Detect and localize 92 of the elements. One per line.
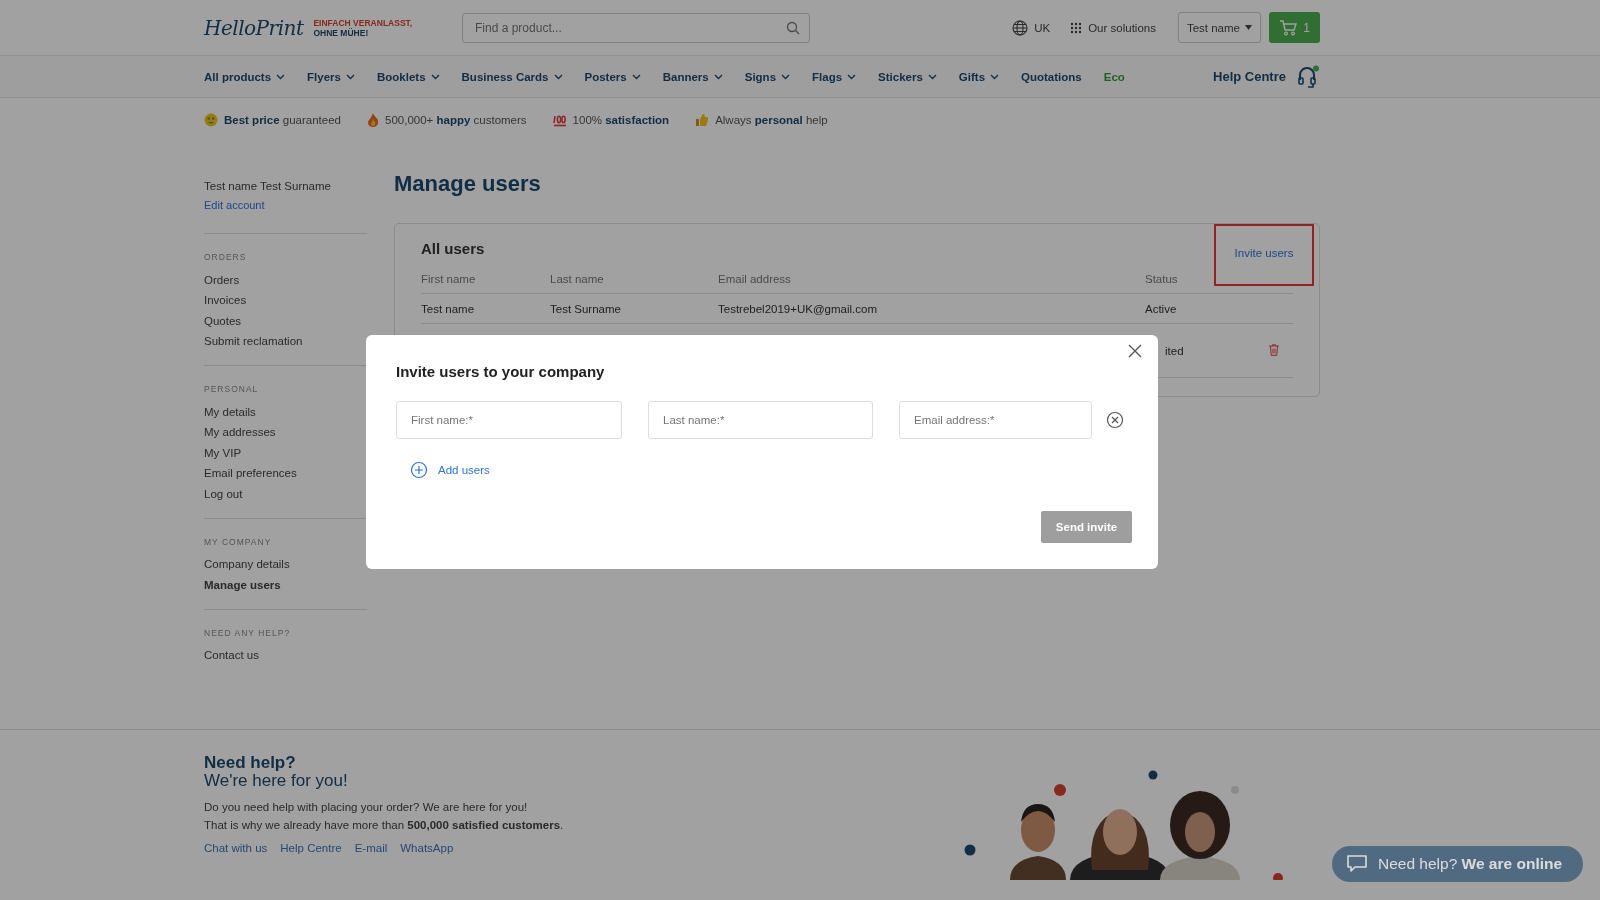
footer-title: Need help? bbox=[204, 754, 297, 772]
benefit-text: 500,000+ happy customers bbox=[385, 114, 527, 126]
chevron-icon bbox=[713, 73, 723, 80]
hundred-points-icon bbox=[552, 113, 567, 127]
smiley-icon bbox=[204, 113, 218, 127]
chevron-icon bbox=[631, 73, 641, 80]
thumbs-up-icon bbox=[695, 113, 710, 127]
nav-item[interactable]: All products bbox=[204, 70, 286, 83]
sidebar-item[interactable]: My VIP bbox=[204, 446, 367, 459]
column-header: First name bbox=[421, 272, 477, 285]
nav-item[interactable]: Flyers bbox=[307, 70, 355, 83]
solutions-menu[interactable]: Our solutions bbox=[1070, 21, 1156, 34]
table-cell: Active bbox=[1145, 302, 1177, 315]
nav-item[interactable]: Stickers bbox=[878, 70, 937, 83]
nav-item[interactable]: Gifts bbox=[958, 70, 1000, 83]
invite-users-link[interactable]: Invite users bbox=[1214, 224, 1314, 286]
footer-link[interactable]: Help Centre bbox=[280, 842, 342, 854]
account-button[interactable]: Test name bbox=[1177, 12, 1261, 43]
region-selector[interactable]: UK bbox=[1012, 19, 1051, 36]
section-heading: PERSONAL bbox=[204, 384, 260, 394]
nav-item[interactable]: Business Cards bbox=[461, 70, 563, 83]
sidebar-item[interactable]: Email preferences bbox=[204, 467, 367, 479]
footer-link[interactable]: WhatsApp bbox=[400, 842, 454, 854]
footer-link[interactable]: E-mail bbox=[354, 842, 388, 854]
section-heading: ORDERS bbox=[204, 252, 248, 262]
benefit-text: 100% satisfaction bbox=[572, 114, 670, 126]
add-users-link[interactable]: Add users bbox=[410, 461, 1128, 479]
tagline: EINFACH VERANLASST, bbox=[313, 17, 413, 28]
grid-icon bbox=[1070, 21, 1083, 34]
chevron-icon bbox=[847, 73, 857, 80]
close-icon[interactable] bbox=[1128, 344, 1142, 358]
chevron-icon bbox=[430, 73, 440, 80]
flame-icon bbox=[367, 113, 379, 127]
search-icon[interactable] bbox=[786, 20, 800, 35]
sidebar-item[interactable]: Log out bbox=[204, 487, 367, 500]
input-field[interactable]: First name:* bbox=[396, 401, 622, 439]
chevron-icon bbox=[553, 73, 563, 80]
benefit-text: Always personal help bbox=[715, 114, 828, 126]
speech-bubble-icon bbox=[1346, 854, 1368, 874]
sidebar-item[interactable]: Invoices bbox=[204, 294, 367, 306]
benefit-text: Best price guaranteed bbox=[224, 114, 341, 126]
chevron-icon bbox=[346, 73, 355, 80]
globe-icon bbox=[1012, 19, 1029, 36]
edit-account-link[interactable]: Edit account bbox=[204, 199, 367, 211]
table-cell: Testrebel2019+UK@gmail.com bbox=[718, 302, 877, 315]
input-field[interactable]: Last name:* bbox=[648, 401, 873, 439]
sidebar-item[interactable]: Orders bbox=[204, 273, 367, 286]
nav-item[interactable]: Quotations bbox=[1021, 70, 1082, 83]
sidebar-item[interactable]: Submit reclamation bbox=[204, 335, 367, 347]
chat-button[interactable]: Need help? We are online bbox=[1332, 846, 1583, 882]
logo[interactable]: HelloPrint bbox=[204, 15, 304, 40]
footer-text: Do you need help with placing your order? We are here for you! That is why we already have more than 500,000 satisfied customers. bbox=[204, 800, 564, 833]
sidebar-item[interactable]: Quotes bbox=[204, 314, 367, 327]
nav-item[interactable]: Eco bbox=[1103, 70, 1125, 83]
table-cell: Test Surname bbox=[550, 302, 621, 315]
section-heading: MY COMPANY bbox=[204, 536, 273, 547]
user-name: Test name Test Surname bbox=[204, 180, 332, 192]
sidebar-item[interactable]: Company details bbox=[204, 558, 367, 570]
sidebar-item[interactable]: My addresses bbox=[204, 426, 367, 438]
column-header: Email address bbox=[718, 272, 792, 285]
nav-item[interactable]: Booklets bbox=[377, 70, 440, 83]
headset-icon[interactable] bbox=[1296, 64, 1320, 89]
chevron-icon bbox=[276, 73, 286, 80]
dialog-title: Invite users to your company bbox=[396, 363, 606, 380]
tagline: OHNE MÜHE! bbox=[313, 27, 369, 38]
caret-icon bbox=[1245, 25, 1252, 30]
card-title: All users bbox=[421, 239, 485, 257]
trash-icon[interactable] bbox=[1269, 343, 1279, 356]
plus-circle-icon bbox=[410, 461, 428, 479]
search-field[interactable]: Find a product... bbox=[462, 12, 810, 43]
footer-title: We're here for you! bbox=[204, 772, 349, 790]
section-heading: NEED ANY HELP? bbox=[204, 627, 292, 638]
nav-item[interactable]: Banners bbox=[662, 70, 723, 83]
nav-item[interactable]: Flags bbox=[812, 70, 857, 83]
footer-link[interactable]: Chat with us bbox=[204, 842, 268, 854]
cart-icon bbox=[1279, 19, 1298, 36]
column-header: Last name bbox=[550, 272, 605, 285]
sidebar-item[interactable]: Contact us bbox=[204, 649, 367, 661]
remove-icon[interactable] bbox=[1106, 411, 1124, 429]
chevron-icon bbox=[927, 73, 937, 80]
sidebar-item[interactable]: Manage users bbox=[204, 578, 367, 591]
input-field[interactable]: Email address:* bbox=[899, 401, 1092, 439]
chevron-icon bbox=[990, 73, 1000, 80]
help-centre-link[interactable]: Help Centre bbox=[1213, 69, 1286, 84]
chevron-icon bbox=[781, 73, 791, 80]
table-cell: ited bbox=[1165, 344, 1184, 357]
sidebar-item[interactable]: My details bbox=[204, 405, 367, 418]
column-header: Status bbox=[1145, 272, 1179, 285]
table-cell: Test name bbox=[421, 302, 475, 315]
page-title: Manage users bbox=[394, 170, 542, 198]
nav-item[interactable]: Signs bbox=[744, 70, 791, 83]
nav-item[interactable]: Posters bbox=[584, 70, 641, 83]
